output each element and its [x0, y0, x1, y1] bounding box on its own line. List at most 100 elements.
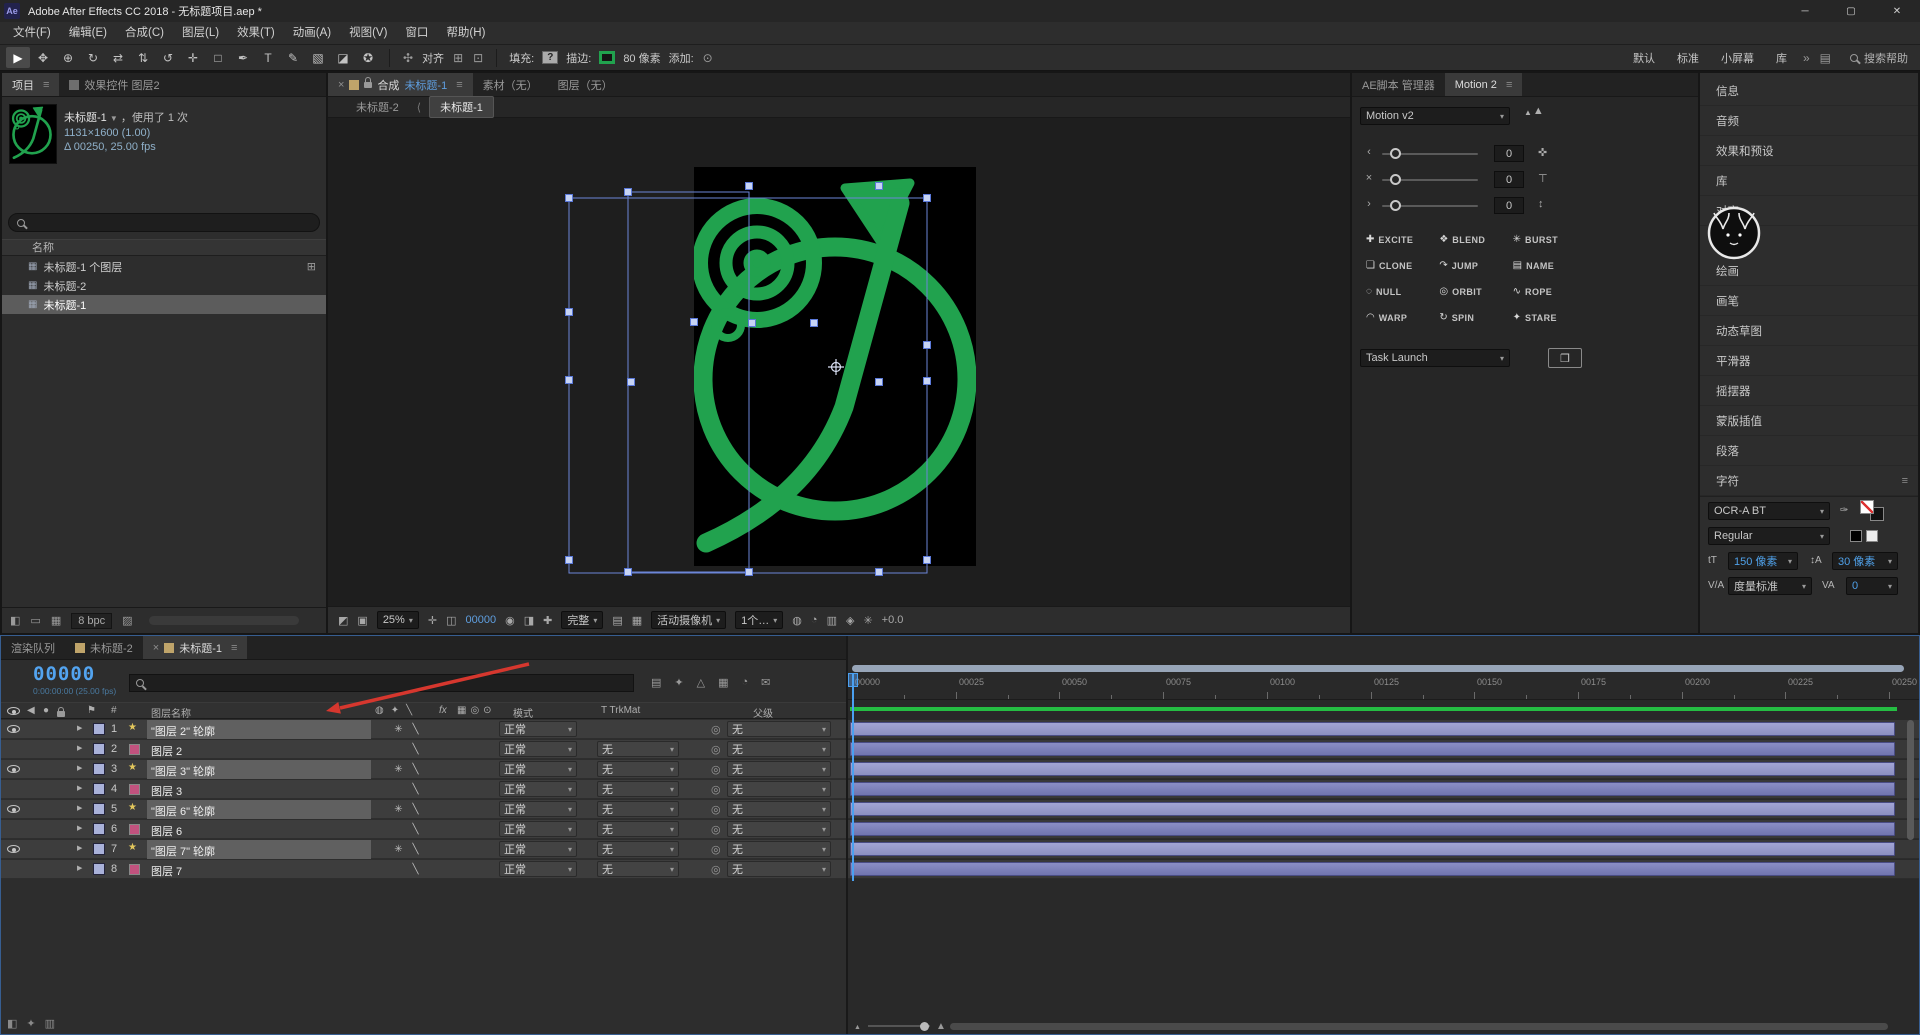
layer-color-chip[interactable] [93, 783, 105, 795]
font-size-select[interactable]: 150 像素▾ [1728, 552, 1798, 570]
white-swatch[interactable] [1866, 530, 1878, 542]
parent-select[interactable]: 无▾ [727, 781, 831, 797]
lock-icon[interactable] [364, 82, 372, 88]
hide-shy-button[interactable]: △ [697, 676, 705, 689]
snap-icon[interactable]: ✣ [403, 51, 413, 65]
subtab-comp1[interactable]: 未标题-1 [429, 96, 494, 118]
panel-tab-动态草图[interactable]: 动态草图 [1700, 316, 1918, 346]
pixel-aspect-button[interactable]: ◍ [792, 614, 802, 627]
mini-flowchart-button[interactable]: ◈ [846, 614, 854, 627]
project-hscrollbar[interactable] [149, 616, 299, 625]
motion-button-warp[interactable]: ◠WARP [1366, 309, 1439, 326]
layer-name[interactable]: 图层 6 [151, 823, 365, 839]
panel-tab-效果和预设[interactable]: 效果和预设 [1700, 136, 1918, 166]
layer-duration-bar[interactable] [850, 742, 1895, 756]
tab-timeline-comp2[interactable]: 未标题-2 [65, 636, 143, 659]
stroke-width-value[interactable]: 80 像素 [623, 50, 660, 66]
close-button[interactable]: ✕ [1874, 0, 1920, 22]
layer-name[interactable]: "图层 3" 轮廓 [151, 763, 365, 779]
menu-item[interactable]: 编辑(E) [60, 22, 116, 44]
mode-select[interactable]: 正常▾ [499, 841, 577, 857]
motion-button-spin[interactable]: ↻SPIN [1439, 309, 1512, 326]
stroke-label[interactable]: 描边: [566, 50, 591, 66]
slider-value[interactable]: 0 [1494, 171, 1524, 188]
layer-switches[interactable]: ╲ [373, 863, 424, 875]
quality-switch[interactable]: ╲ [407, 844, 424, 855]
quality-switch[interactable]: ╲ [407, 864, 424, 875]
draft-3d-button[interactable]: ✦ [674, 676, 683, 689]
flowchart-button[interactable]: ◩ [338, 614, 348, 627]
tab-motion2[interactable]: Motion 2≡ [1445, 73, 1523, 96]
snapshot-button[interactable]: ◉ [505, 614, 515, 627]
mode-select[interactable]: 正常▾ [499, 721, 577, 737]
expand-switches-button[interactable]: ◧ [7, 1017, 17, 1030]
slider-knob[interactable] [1390, 200, 1401, 211]
layer-switches[interactable]: ╲ [373, 823, 424, 835]
motion-button-burst[interactable]: ✳BURST [1513, 231, 1586, 248]
parent-pickwhip-icon[interactable]: ◎ [711, 803, 721, 816]
project-item[interactable]: ▦未标题-2 [2, 276, 326, 295]
composition-viewport[interactable] [328, 118, 1350, 606]
menu-item[interactable]: 合成(C) [116, 22, 173, 44]
eyedropper-icon[interactable]: ✑ [1840, 505, 1848, 516]
menu-item[interactable]: 文件(F) [4, 22, 60, 44]
expand-inout-button[interactable]: ▥ [45, 1017, 55, 1030]
slider-mode-icon[interactable]: ‹ [1362, 146, 1376, 158]
layer-switches[interactable]: ✳╲ [373, 723, 424, 735]
expand-arrow-icon[interactable]: ▶ [77, 864, 82, 872]
pan-camera-tool[interactable]: ⇄ [106, 47, 130, 68]
new-composition-button[interactable]: ▦ [51, 614, 61, 627]
layer-color-chip[interactable] [93, 763, 105, 775]
layer-name[interactable]: 图层 3 [151, 783, 365, 799]
parent-select[interactable]: 无▾ [727, 821, 831, 837]
close-tab-icon[interactable]: × [153, 642, 159, 654]
guide-options-icon[interactable]: ⊡ [473, 51, 483, 65]
timeline-vscrollbar[interactable] [1907, 720, 1914, 840]
trkmat-select[interactable]: 无▾ [597, 821, 679, 837]
expand-transfer-button[interactable]: ✦ [26, 1017, 35, 1030]
layer-name[interactable]: "图层 2" 轮廓 [151, 723, 365, 739]
layer-switches[interactable]: ╲ [373, 743, 424, 755]
motion-button-stare[interactable]: ✦STARE [1513, 309, 1586, 326]
fast-previews-button[interactable]: ◔ [811, 614, 818, 626]
quality-switch[interactable]: ╲ [407, 764, 424, 775]
menu-item[interactable]: 窗口 [396, 22, 437, 44]
expand-arrow-icon[interactable]: ▶ [77, 824, 82, 832]
hand-tool[interactable]: ✥ [31, 47, 55, 68]
parent-pickwhip-icon[interactable]: ◎ [711, 763, 721, 776]
fill-swatch[interactable]: ? [542, 51, 558, 64]
trkmat-select[interactable]: 无▾ [597, 781, 679, 797]
bit-depth-button[interactable]: 8 bpc [71, 613, 112, 629]
layer-row[interactable]: ▶4图层 3╲正常▾无▾◎无▾ [1, 780, 846, 799]
layer-row[interactable]: ▶3★"图层 3" 轮廓✳╲正常▾无▾◎无▾ [1, 760, 846, 779]
collapse-switch[interactable]: ✳ [390, 724, 407, 735]
panel-tab-音频[interactable]: 音频 [1700, 106, 1918, 136]
mask-visibility-button[interactable]: ◫ [446, 614, 456, 627]
transparency-grid-button[interactable]: ▦ [632, 614, 642, 627]
chevron-down-icon[interactable]: ▼ [110, 114, 118, 123]
layer-row[interactable]: ▶5★"图层 6" 轮廓✳╲正常▾无▾◎无▾ [1, 800, 846, 819]
roi-button[interactable]: ▤ [612, 614, 622, 627]
stroke-swatch[interactable] [599, 51, 615, 64]
deer-logo-badge[interactable] [1706, 205, 1762, 261]
mode-select[interactable]: 正常▾ [499, 821, 577, 837]
region-button[interactable]: ▣ [357, 614, 367, 627]
parent-select[interactable]: 无▾ [727, 741, 831, 757]
parent-pickwhip-icon[interactable]: ◎ [711, 723, 721, 736]
panel-tab-平滑器[interactable]: 平滑器 [1700, 346, 1918, 376]
trkmat-select[interactable]: 无▾ [597, 741, 679, 757]
rotation-tool[interactable]: ↺ [156, 47, 180, 68]
puppet-pin-tool[interactable]: ✪ [356, 47, 380, 68]
mode-select[interactable]: 正常▾ [499, 761, 577, 777]
frame-blend-button[interactable]: ▦ [718, 676, 728, 689]
slider-mode-icon[interactable]: × [1362, 172, 1376, 184]
parent-column-label[interactable]: 父级 [753, 705, 773, 720]
slider-value[interactable]: 0 [1494, 197, 1524, 214]
parent-pickwhip-icon[interactable]: ◎ [711, 783, 721, 796]
project-name-column-header[interactable]: 名称 [2, 239, 326, 256]
preview-hills-icon[interactable]: ▲▲ [1524, 105, 1544, 117]
motion-button-blend[interactable]: ❖BLEND [1439, 231, 1512, 248]
layer-switches[interactable]: ✳╲ [373, 843, 424, 855]
panel-tab-摇摆器[interactable]: 摇摆器 [1700, 376, 1918, 406]
layer-duration-bar[interactable] [850, 782, 1895, 796]
